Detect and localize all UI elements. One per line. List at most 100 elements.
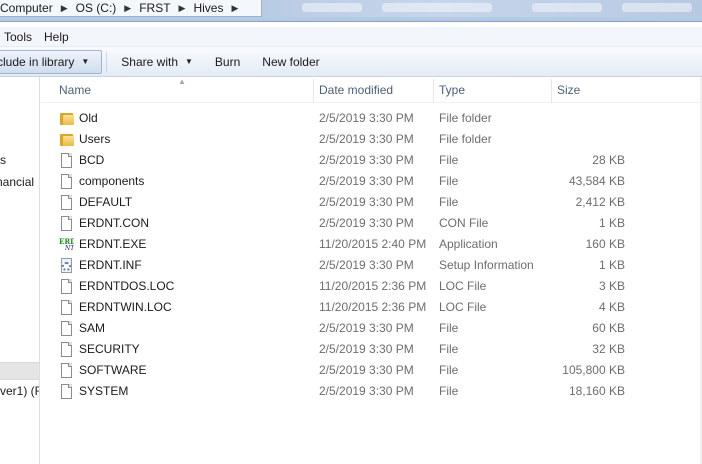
file-type: Setup Information [439,258,534,272]
breadcrumb-chevron-icon[interactable]: ▶ [179,3,186,14]
column-type-label: Type [439,83,466,97]
file-name: ERDNTDOS.LOC [79,279,175,293]
file-name: SOFTWARE [79,363,147,377]
file-icon [59,153,74,168]
file-date-modified: 2/5/2019 3:30 PM [319,195,414,209]
column-size[interactable]: Size [551,77,631,103]
file-row[interactable]: SOFTWARE 2/5/2019 3:30 PM File 105,800 KB [41,360,702,381]
file-size [553,129,625,150]
file-name: components [79,174,145,188]
file-row[interactable]: ERDNTDOS.LOC 11/20/2015 2:36 PM LOC File 3 … [41,276,702,297]
application-icon: ERD NT [59,237,76,252]
file-date-modified: 2/5/2019 3:30 PM [319,342,414,356]
file-date-modified: 2/5/2019 3:30 PM [319,174,414,188]
file-name: Users [79,132,111,146]
toolbar-divider [106,51,108,72]
folder-icon [59,132,74,147]
address-bar: Computer ▶ OS (C:) ▶ FRST ▶ Hives ▶ [0,0,702,22]
column-date-modified[interactable]: Date modified [313,77,433,103]
file-row[interactable]: Users 2/5/2019 3:30 PM File folder [41,129,702,150]
menu-help[interactable]: Help [40,30,77,44]
file-size: 1 KB [598,216,625,230]
file-type: File [439,321,459,335]
file-row[interactable]: ERDNTWIN.LOC 11/20/2015 2:36 PM LOC File 4 … [41,297,702,318]
blurred-background-window [262,0,702,17]
file-type: File [439,153,459,167]
nav-item-drive-fragment[interactable]: ver1) (F [0,384,39,398]
include-in-library-button[interactable]: clude in library ▼ [0,49,103,74]
column-name-label: Name [59,83,92,97]
file-size [553,108,625,129]
share-with-label: Share with [121,54,178,69]
column-date-label: Date modified [319,83,394,97]
nav-selected-highlight [0,362,39,380]
file-icon [59,174,74,189]
file-size: 2,412 KB [575,195,625,209]
breadcrumb[interactable]: Computer ▶ OS (C:) ▶ FRST ▶ Hives ▶ [0,0,262,17]
file-type: CON File [439,216,489,230]
file-date-modified: 2/5/2019 3:30 PM [319,216,414,230]
file-size: 105,800 KB [562,363,625,377]
file-icon [59,342,74,357]
column-size-label: Size [557,83,581,97]
file-date-modified: 2/5/2019 3:30 PM [319,384,414,398]
nav-item-fragment[interactable]: s [0,153,6,167]
chevron-down-icon: ▼ [81,57,90,66]
command-bar: clude in library ▼ Share with ▼ Burn New… [0,47,702,77]
column-type[interactable]: Type [433,77,551,103]
breadcrumb-os-drive[interactable]: OS (C:) [76,1,119,15]
breadcrumb-chevron-icon[interactable]: ▶ [61,3,68,14]
file-icon [59,363,74,378]
breadcrumb-frst[interactable]: FRST [139,1,172,15]
file-size: 60 KB [592,321,625,335]
file-type: LOC File [439,279,487,293]
file-size: 43,584 KB [568,174,625,188]
include-in-library-label: clude in library [0,54,75,69]
file-row[interactable]: components 2/5/2019 3:30 PM File 43,584 KB [41,171,702,192]
breadcrumb-computer[interactable]: Computer [0,1,55,15]
file-size: 32 KB [592,342,625,356]
breadcrumb-hives[interactable]: Hives [193,1,225,15]
file-date-modified: 2/5/2019 3:30 PM [319,153,414,167]
file-size: 1 KB [598,258,625,272]
nav-item-fragment[interactable]: nancial [0,175,34,189]
folder-icon [59,111,74,126]
file-size: 3 KB [598,279,625,293]
file-type: File folder [439,111,492,125]
burn-button[interactable]: Burn [205,50,252,74]
file-name: BCD [79,153,105,167]
menu-bar: Tools Help [0,27,702,47]
file-icon [59,195,74,210]
share-with-button[interactable]: Share with ▼ [111,50,205,74]
file-date-modified: 11/20/2015 2:40 PM [319,237,427,251]
file-date-modified: 2/5/2019 3:30 PM [319,111,414,125]
file-row[interactable]: SECURITY 2/5/2019 3:30 PM File 32 KB [41,339,702,360]
file-name: ERDNT.EXE [79,237,147,251]
file-date-modified: 2/5/2019 3:30 PM [319,363,414,377]
new-folder-button[interactable]: New folder [252,50,331,74]
file-name: ERDNT.INF [79,258,142,272]
breadcrumb-chevron-icon[interactable]: ▶ [124,3,131,14]
breadcrumb-chevron-icon[interactable]: ▶ [231,3,238,14]
setup-info-icon [59,258,74,273]
file-icon [59,300,74,315]
file-row[interactable]: SYSTEM 2/5/2019 3:30 PM File 18,160 KB [41,381,702,402]
file-row[interactable]: SAM 2/5/2019 3:30 PM File 60 KB [41,318,702,339]
file-type: LOC File [439,300,487,314]
navigation-pane[interactable]: s nancial ver1) (F [0,77,40,464]
file-size: 18,160 KB [568,384,625,398]
file-date-modified: 2/5/2019 3:30 PM [319,132,414,146]
file-row[interactable]: ERDNT.CON 2/5/2019 3:30 PM CON File 1 KB [41,213,702,234]
menu-tools[interactable]: Tools [0,30,40,44]
column-name[interactable]: Name [53,77,313,103]
file-row[interactable]: ERDNT.INF 2/5/2019 3:30 PM Setup Informati… [41,255,702,276]
file-icon [59,216,74,231]
file-date-modified: 2/5/2019 3:30 PM [319,258,414,272]
file-row[interactable]: ERD NT ERDNT.EXE 11/20/2015 2:40 PM Applicat… [41,234,702,255]
new-folder-label: New folder [262,54,320,69]
file-row[interactable]: BCD 2/5/2019 3:30 PM File 28 KB [41,150,702,171]
file-row[interactable]: Old 2/5/2019 3:30 PM File folder [41,108,702,129]
file-type: File [439,363,459,377]
chevron-down-icon: ▼ [185,57,193,66]
file-row[interactable]: DEFAULT 2/5/2019 3:30 PM File 2,412 KB [41,192,702,213]
